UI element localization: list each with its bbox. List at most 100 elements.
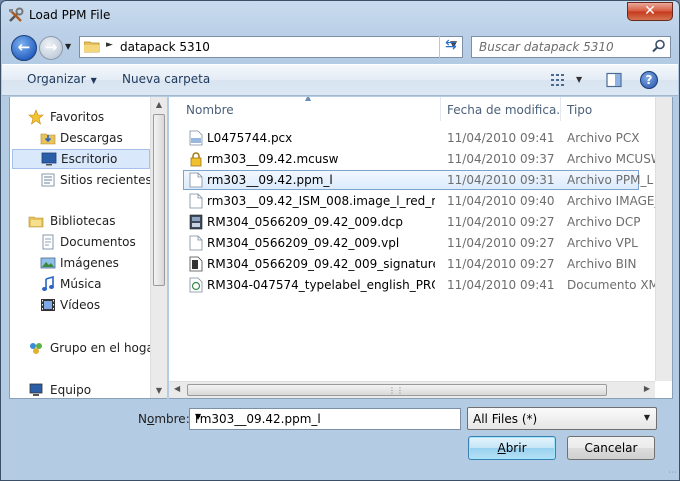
filename-input[interactable]: rm303__09.42.ppm_l ▼ (189, 408, 461, 430)
sidebar-item-libraries[interactable]: Bibliotecas (10, 211, 150, 231)
organize-button[interactable]: Organizar ▼ (27, 72, 97, 86)
sidebar-item-music[interactable]: Música (10, 274, 150, 294)
sidebar-item-label: Escritorio (61, 152, 118, 166)
file-name: RM304_0566209_09.42_009.dcp (207, 215, 403, 229)
organize-label: Organizar (27, 72, 86, 86)
file-type-filter[interactable]: All Files (*) ▼ (467, 407, 657, 430)
file-date: 11/04/2010 09:41 (447, 131, 555, 145)
history-dropdown-icon[interactable]: ▼ (65, 42, 71, 51)
sidebar-item-label: Música (60, 277, 102, 291)
scroll-right-icon[interactable]: ▶ (644, 384, 650, 393)
back-button[interactable]: ← (11, 35, 37, 61)
sidebar-item-videos[interactable]: Vídeos (10, 295, 150, 315)
computer-icon (29, 383, 43, 396)
sidebar-item-desktop[interactable]: Escritorio (12, 149, 150, 169)
help-icon[interactable]: ? (640, 71, 658, 89)
pictures-icon (40, 257, 56, 269)
navigation-pane-scrollbar[interactable]: ▲ ▼ (150, 97, 167, 398)
sidebar-item-favorites[interactable]: Favoritos (10, 107, 150, 127)
filename-dropdown-icon[interactable]: ▼ (195, 412, 455, 421)
close-button[interactable]: ✕ (627, 2, 673, 21)
new-folder-button[interactable]: Nueva carpeta (122, 72, 210, 86)
file-type: Archivo PPM_L (567, 173, 654, 187)
chevron-down-icon: ▼ (643, 413, 650, 422)
file-row-selected[interactable]: rm303__09.42.ppm_l 11/04/2010 09:31 Arch… (183, 170, 653, 190)
address-bar[interactable]: ► datapack 5310 ▼ (79, 36, 463, 58)
refresh-button[interactable]: ⇆ (439, 36, 463, 58)
sidebar-item-documents[interactable]: Documentos (10, 232, 150, 252)
arrow-right-icon: → (44, 38, 58, 56)
search-input[interactable]: Buscar datapack 5310 (479, 40, 614, 54)
folder-icon (84, 41, 100, 53)
file-row[interactable]: rm303__09.42.mcusw 11/04/2010 09:37 Arch… (183, 149, 672, 169)
navigation-bar: ← → ▼ ► datapack 5310 ▼ ⇆ Buscar datapac… (1, 32, 679, 62)
column-header-label: Nombre (186, 103, 234, 117)
scroll-down-icon[interactable]: ▼ (151, 386, 167, 395)
scroll-up-icon[interactable]: ▲ (151, 100, 167, 109)
star-icon (28, 109, 44, 125)
sidebar-item-label: Sitios recientes (60, 173, 152, 187)
desktop-icon (41, 152, 57, 166)
file-row[interactable]: RM304_0566209_09.42_009.vpl 11/04/2010 0… (183, 233, 672, 253)
file-row[interactable]: RM304_0566209_09.42_009_signature.bin 11… (183, 254, 672, 274)
documents-icon (42, 234, 54, 250)
open-label-part: brir (505, 441, 527, 455)
breadcrumb-chevron-icon[interactable]: ► (106, 40, 113, 50)
file-date: 11/04/2010 09:27 (447, 257, 555, 271)
bin-file-icon (189, 256, 203, 272)
file-list-vertical-scrollbar[interactable] (655, 97, 672, 381)
sidebar-item-label: Bibliotecas (50, 214, 116, 228)
navigation-pane: Favoritos Descargas Escritorio Sitios re… (9, 97, 167, 399)
address-path[interactable]: datapack 5310 (120, 40, 210, 54)
sidebar-item-label: Imágenes (60, 256, 119, 270)
resize-grip-icon[interactable]: ⋯ (668, 468, 677, 478)
cancel-button[interactable]: Cancelar (567, 436, 655, 460)
title-bar: Load PPM File ✕ (1, 1, 679, 31)
libraries-icon (28, 216, 44, 228)
refresh-icon: ⇆ (445, 37, 457, 53)
file-row[interactable]: RM304_0566209_09.42_009.dcp 11/04/2010 0… (183, 212, 672, 232)
file-list-horizontal-scrollbar[interactable]: ◀ ⋮⋮ ▶ (169, 381, 655, 398)
sort-ascending-icon: ▲ (305, 97, 312, 102)
view-options-icon[interactable] (550, 72, 566, 88)
file-name: rm303__09.42_ISM_008.image_l_red_mov... (207, 194, 435, 208)
column-header-name[interactable]: ▲ Nombre (169, 97, 441, 121)
homegroup-icon (30, 343, 42, 354)
file-date: 11/04/2010 09:41 (447, 278, 555, 292)
preview-pane-icon[interactable] (606, 72, 622, 88)
sidebar-item-recent-places[interactable]: Sitios recientes (10, 170, 152, 190)
blank-file-icon (189, 172, 203, 188)
scroll-left-icon[interactable]: ◀ (174, 384, 180, 393)
scrollbar-thumb[interactable]: ⋮⋮ (187, 384, 607, 396)
file-type: Archivo VPL (567, 236, 638, 250)
sidebar-item-label: Favoritos (50, 110, 105, 124)
file-date: 11/04/2010 09:40 (447, 194, 555, 208)
file-row[interactable]: RM304-047574_typelabel_english_PRODU... … (183, 275, 672, 295)
blank-file-icon (189, 193, 203, 209)
pcx-file-icon (189, 130, 203, 146)
window-title: Load PPM File (29, 8, 111, 22)
search-icon[interactable] (652, 39, 666, 53)
sidebar-item-homegroup[interactable]: Grupo en el hogar (10, 338, 159, 358)
chevron-down-icon: ▼ (90, 76, 97, 85)
grip-icon: ⋮⋮ (388, 386, 404, 395)
file-date: 11/04/2010 09:37 (447, 152, 555, 166)
sidebar-item-label: Equipo (50, 383, 92, 397)
sidebar-item-downloads[interactable]: Descargas (10, 128, 150, 148)
scrollbar-thumb[interactable] (153, 114, 165, 286)
open-button[interactable]: Abrir (468, 436, 556, 460)
file-row[interactable]: L0475744.pcx 11/04/2010 09:41 Archivo PC… (183, 128, 672, 148)
column-header-date[interactable]: Fecha de modifica... (441, 97, 561, 121)
view-dropdown-icon[interactable]: ▼ (576, 75, 582, 84)
filename-label-part: mbre: (154, 412, 190, 426)
file-name: RM304_0566209_09.42_009_signature.bin (207, 257, 435, 271)
file-name: L0475744.pcx (207, 131, 293, 145)
forward-button[interactable]: → (39, 36, 63, 60)
search-box[interactable]: Buscar datapack 5310 (471, 36, 671, 58)
file-row[interactable]: rm303__09.42_ISM_008.image_l_red_mov... … (183, 191, 672, 211)
sidebar-item-computer[interactable]: Equipo (10, 380, 150, 398)
music-icon (42, 276, 54, 291)
recent-places-icon (41, 173, 55, 187)
file-type: Archivo BIN (567, 257, 637, 271)
sidebar-item-pictures[interactable]: Imágenes (10, 253, 150, 273)
